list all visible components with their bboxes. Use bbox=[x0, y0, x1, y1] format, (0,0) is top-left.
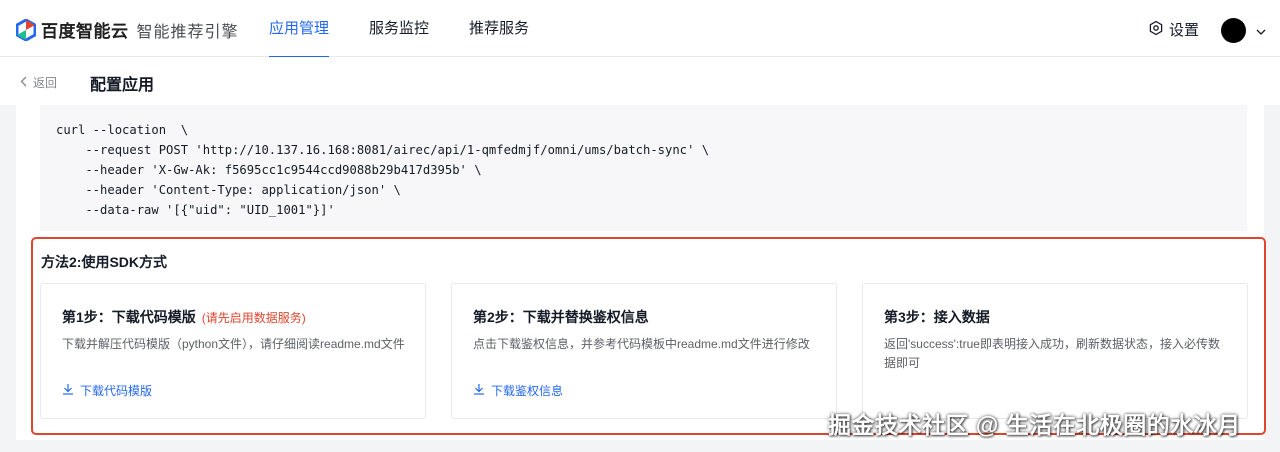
curl-code-block: curl --location \ --request POST 'http:/… bbox=[40, 105, 1247, 231]
method-title: 方法2:使用SDK方式 bbox=[41, 254, 168, 270]
step-title: 第3步：接入数据 bbox=[884, 309, 990, 325]
nav-item-recommend-service[interactable]: 推荐服务 bbox=[456, 0, 542, 57]
download-icon bbox=[473, 383, 491, 398]
step-description: 下载并解压代码模版（python文件），请仔细阅读readme.md文件 bbox=[62, 337, 405, 351]
main-nav: 应用管理 服务监控 推荐服务 bbox=[256, 0, 556, 58]
code-line: --data-raw '[{"uid": "UID_1001"}]' bbox=[56, 203, 335, 217]
product-name: 智能推荐引擎 bbox=[136, 23, 239, 41]
avatar bbox=[1221, 18, 1246, 43]
watermark-text: 掘金技术社区 @ 生活在北极圈的水冰月 bbox=[828, 412, 1241, 438]
page-header: 返回 配置应用 bbox=[0, 57, 1280, 105]
gear-icon bbox=[1148, 20, 1169, 40]
back-button[interactable]: 返回 bbox=[20, 74, 57, 91]
user-menu[interactable] bbox=[1221, 18, 1266, 43]
brand-logo-text: 百度智能云 bbox=[41, 22, 129, 41]
chevron-left-icon bbox=[20, 76, 33, 90]
step-card-2: 第2步：下载并替换鉴权信息 点击下载鉴权信息，并参考代码模板中readme.md… bbox=[451, 283, 837, 419]
step-title-text: 第1步：下载代码模版 bbox=[62, 309, 196, 325]
nav-item-service-monitoring[interactable]: 服务监控 bbox=[356, 0, 442, 57]
download-template-link[interactable]: 下载代码模版 bbox=[62, 382, 152, 399]
code-line: --header 'Content-Type: application/json… bbox=[56, 183, 401, 197]
step-title: 第1步：下载代码模版 (请先启用数据服务) bbox=[62, 307, 306, 327]
settings-button[interactable]: 设置 bbox=[1148, 19, 1199, 40]
page-title: 配置应用 bbox=[90, 77, 155, 94]
back-label: 返回 bbox=[33, 76, 58, 90]
step-description: 返回'success':true即表明接入成功，刷新数据状态，接入必传数据即可 bbox=[884, 337, 1220, 370]
step-title: 第2步：下载并替换鉴权信息 bbox=[473, 309, 649, 325]
step-card-3: 第3步：接入数据 返回'success':true即表明接入成功，刷新数据状态，… bbox=[862, 283, 1248, 419]
brand-logo[interactable]: 百度智能云 智能推荐引擎 bbox=[15, 17, 239, 42]
download-template-label: 下载代码模版 bbox=[80, 384, 153, 398]
code-line: --header 'X-Gw-Ak: f5695cc1c9544ccd9088b… bbox=[56, 163, 482, 177]
step-description: 点击下载鉴权信息，并参考代码模板中readme.md文件进行修改 bbox=[473, 337, 810, 351]
baidu-cloud-logo-icon bbox=[15, 17, 37, 42]
code-line: --request POST 'http://10.137.16.168:808… bbox=[56, 143, 710, 157]
step-warning: (请先启用数据服务) bbox=[201, 311, 306, 325]
step-card-1: 第1步：下载代码模版 (请先启用数据服务) 下载并解压代码模版（python文件）… bbox=[40, 283, 426, 419]
top-nav-bar: 百度智能云 智能推荐引擎 应用管理 服务监控 推荐服务 设置 bbox=[0, 0, 1280, 58]
chevron-down-icon bbox=[1256, 22, 1266, 40]
settings-label: 设置 bbox=[1169, 22, 1200, 39]
code-line: curl --location \ bbox=[56, 123, 189, 137]
nav-item-app-management[interactable]: 应用管理 bbox=[256, 0, 342, 58]
download-auth-link[interactable]: 下载鉴权信息 bbox=[473, 382, 563, 399]
main-content: curl --location \ --request POST 'http:/… bbox=[16, 105, 1266, 440]
download-auth-label: 下载鉴权信息 bbox=[491, 384, 564, 398]
download-icon bbox=[62, 383, 80, 398]
